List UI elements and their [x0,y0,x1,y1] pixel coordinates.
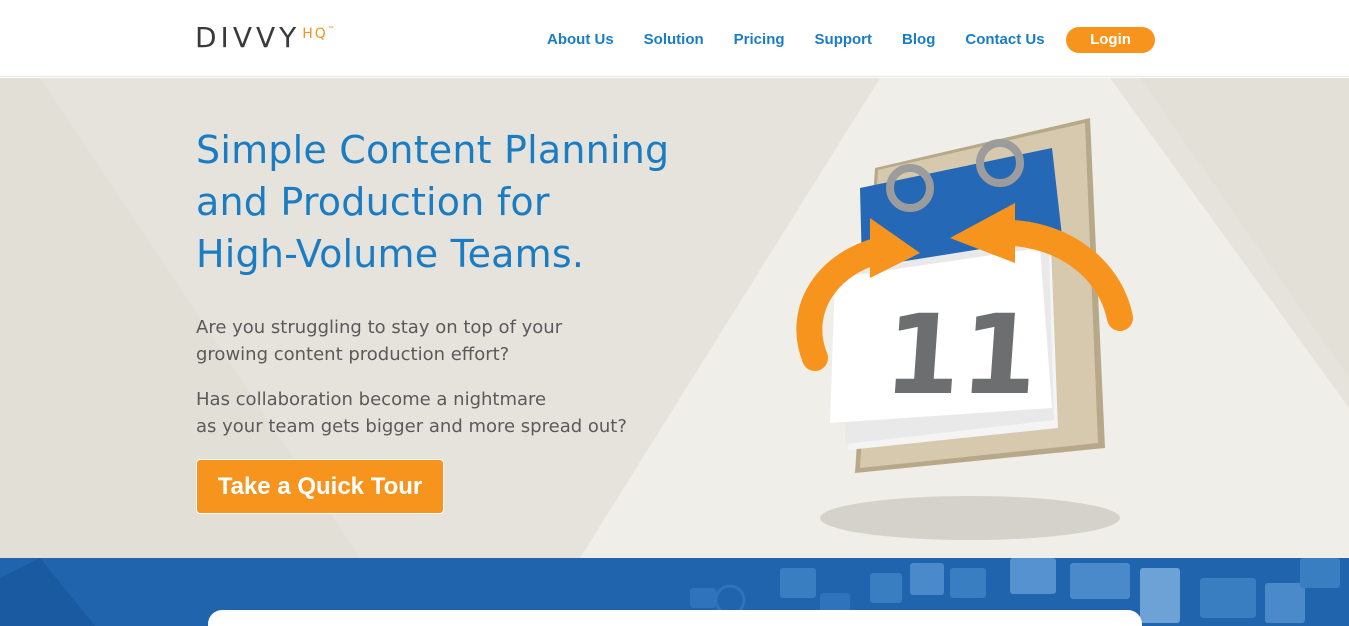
nav-solution[interactable]: Solution [644,31,704,48]
nav-contact-us[interactable]: Contact Us [965,31,1044,48]
nav-support[interactable]: Support [815,31,873,48]
nav-about-us[interactable]: About Us [547,31,614,48]
divvyhq-logo[interactable]: DIVVY HQ ™ [195,22,334,54]
site-header: DIVVY HQ ™ About Us Solution Pricing Sup… [0,0,1349,77]
question-1-line-2: growing content production effort? [196,344,510,365]
headline-line-2: and Production for [196,180,550,224]
content-card [208,610,1142,626]
calendar-day-number: 11 [880,291,1042,419]
login-button[interactable]: Login [1066,27,1155,53]
main-nav: About Us Solution Pricing Support Blog C… [547,31,1075,48]
nav-blog[interactable]: Blog [902,31,935,48]
headline-line-3: High-Volume Teams. [196,232,585,276]
logo-trademark: ™ [327,26,334,32]
question-2-line-2: as your team gets bigger and more spread… [196,416,627,437]
hero-question-2: Has collaboration become a nightmare as … [196,386,676,440]
quick-tour-button[interactable]: Take a Quick Tour [196,459,444,514]
hero-question-1: Are you struggling to stay on top of you… [196,314,676,368]
logo-wordmark: DIVVY [195,21,301,54]
logo-hq: HQ [302,26,328,42]
nav-pricing[interactable]: Pricing [734,31,785,48]
headline-line-1: Simple Content Planning [196,128,670,172]
question-1-line-1: Are you struggling to stay on top of you… [196,317,563,338]
question-2-line-1: Has collaboration become a nightmare [196,389,547,410]
calendar-illustration: 11 [796,118,1133,540]
hero-section: Simple Content Planning and Production f… [0,78,1349,558]
hero-headline: Simple Content Planning and Production f… [196,124,716,280]
